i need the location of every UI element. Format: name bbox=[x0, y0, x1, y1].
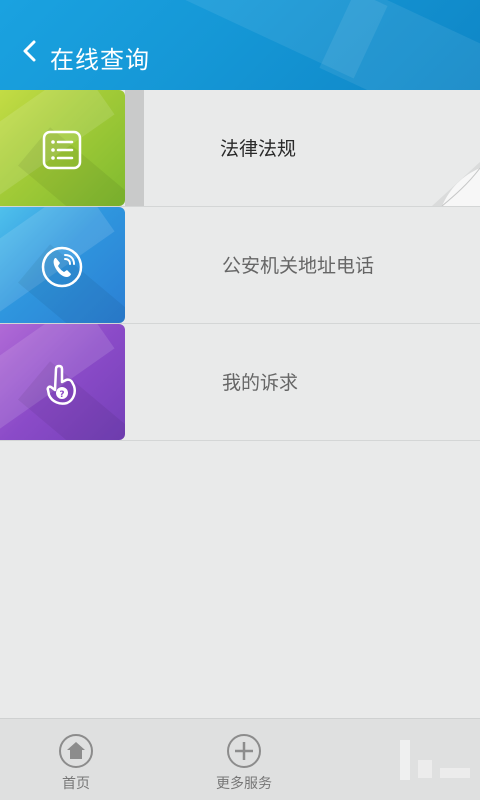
menu-item-laws[interactable]: 法律法规 bbox=[0, 90, 480, 207]
phone-icon bbox=[41, 246, 83, 288]
menu-item-label: 公安机关地址电话 bbox=[222, 255, 375, 277]
plus-circle-icon bbox=[227, 734, 261, 768]
menu-tile-police-contacts bbox=[0, 207, 125, 323]
header-decoration bbox=[319, 0, 480, 90]
hand-question-icon: ? bbox=[46, 364, 76, 405]
menu-item-police-contacts[interactable]: 公安机关地址电话 bbox=[0, 207, 480, 324]
menu-item-my-requests[interactable]: ? 我的诉求 bbox=[0, 324, 480, 441]
nav-more-label: 更多服务 bbox=[216, 776, 272, 792]
page-curl-icon bbox=[432, 162, 480, 206]
menu-tile-my-requests: ? bbox=[0, 324, 125, 440]
app-header: 在线查询 bbox=[0, 0, 480, 90]
watermark-graphic bbox=[400, 740, 470, 780]
menu-tile-laws bbox=[0, 90, 125, 206]
nav-more-services[interactable]: 更多服务 bbox=[204, 733, 284, 793]
menu-item-label: 法律法规 bbox=[220, 138, 297, 160]
menu-item-label: 我的诉求 bbox=[222, 372, 299, 394]
menu-list: 法律法规 公安机关地址电话 ? 我的诉求 bbox=[0, 90, 480, 441]
page-title: 在线查询 bbox=[50, 46, 150, 74]
active-indicator bbox=[125, 90, 144, 206]
menu-panel bbox=[144, 90, 480, 206]
nav-home[interactable]: 首页 bbox=[49, 733, 103, 793]
chevron-left-icon[interactable] bbox=[14, 36, 44, 66]
nav-home-label: 首页 bbox=[62, 776, 90, 792]
home-icon bbox=[59, 734, 93, 768]
svg-text:?: ? bbox=[59, 390, 64, 400]
list-icon bbox=[42, 130, 82, 170]
